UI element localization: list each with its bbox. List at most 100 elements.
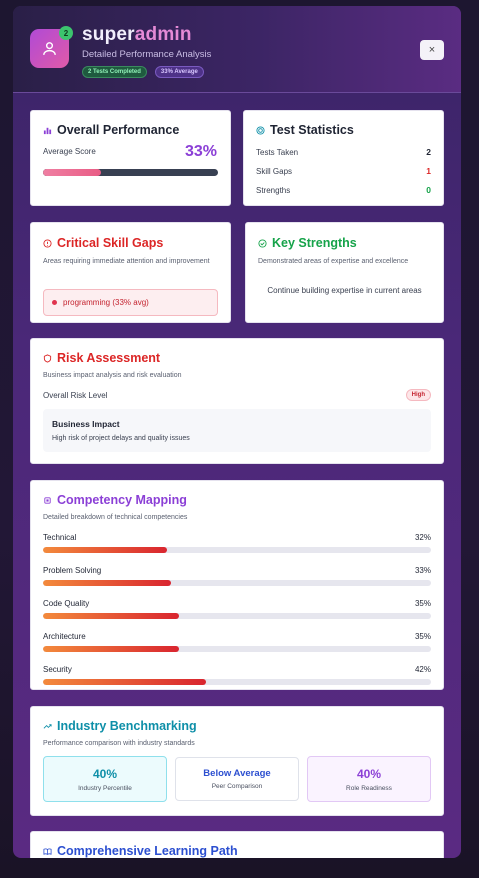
stat-label: Strengths — [256, 185, 291, 195]
peer-comparison-value: Below Average — [203, 768, 271, 779]
skill-gaps-heading: Critical Skill Gaps — [43, 236, 163, 250]
competency-mapping-subtitle: Detailed breakdown of technical competen… — [43, 514, 188, 521]
key-strengths-heading: Key Strengths — [258, 236, 357, 250]
competency-value: 33% — [414, 566, 431, 575]
book-open-icon — [43, 847, 52, 855]
stat-label: Skill Gaps — [256, 166, 293, 176]
risk-assessment-card: Risk Assessment Business impact analysis… — [30, 338, 444, 464]
business-impact-box: Business Impact High risk of project del… — [43, 409, 431, 452]
industry-percentile-value: 40% — [92, 766, 118, 781]
peer-comparison-label: Peer Comparison — [211, 783, 263, 790]
competency-value: 32% — [414, 533, 431, 542]
performance-modal: 2 superadmin Detailed Performance Analys… — [13, 6, 461, 858]
bar-chart-icon — [43, 127, 52, 134]
stat-label: Tests Taken — [256, 147, 299, 157]
key-strengths-subtitle: Demonstrated areas of expertise and exce… — [258, 258, 409, 265]
competency-label: Security — [43, 665, 72, 674]
page-subtitle: Detailed Performance Analysis — [82, 49, 212, 60]
competency-label: Code Quality — [43, 599, 90, 608]
average-score-value: 33% — [184, 143, 217, 160]
test-statistics-card: Test Statistics Tests Taken 2 Skill Gaps 1… — [243, 110, 444, 206]
risk-assessment-subtitle: Business impact analysis and risk evalua… — [43, 372, 182, 379]
industry-benchmarking-heading: Industry Benchmarking — [43, 719, 197, 733]
tests-completed-chip: 2 Tests Completed — [82, 66, 147, 78]
skill-gap-item: programming (33% avg) — [43, 289, 218, 316]
role-readiness-box: 40% Role Readiness — [307, 756, 431, 802]
competency-value: 35% — [414, 599, 431, 608]
learning-path-card: Comprehensive Learning Path — [30, 831, 444, 858]
competency-list: Technical 32% Problem Solving 33% Code Qua… — [43, 533, 431, 685]
risk-level-label: Overall Risk Level — [43, 391, 108, 400]
industry-benchmarking-title: Industry Benchmarking — [57, 719, 197, 733]
key-strengths-empty: Continue building expertise in current a… — [267, 286, 422, 295]
industry-percentile-label: Industry Percentile — [78, 784, 132, 792]
test-statistics-list: Tests Taken 2 Skill Gaps 1 Strengths 0 — [256, 147, 431, 195]
title-part-1: super — [82, 24, 135, 45]
role-readiness-label: Role Readiness — [346, 784, 392, 792]
competency-label: Problem Solving — [43, 566, 102, 575]
learning-path-heading: Comprehensive Learning Path — [43, 844, 238, 858]
stat-row-strengths: Strengths 0 — [256, 185, 431, 195]
competency-bar — [43, 580, 431, 586]
competency-bar — [43, 646, 431, 652]
competency-bar-fill — [43, 547, 168, 553]
competency-bar-fill — [43, 580, 172, 586]
competency-value: 42% — [414, 665, 431, 674]
cpu-icon — [44, 496, 51, 504]
header-chips: 2 Tests Completed 33% Average — [82, 66, 204, 78]
competency-item: Architecture 35% — [43, 632, 431, 652]
shield-icon — [43, 353, 52, 363]
average-score-bar-fill — [43, 169, 101, 176]
critical-skill-gaps-card: Critical Skill Gaps Areas requiring imme… — [30, 222, 231, 323]
risk-assessment-heading: Risk Assessment — [43, 351, 160, 365]
key-strengths-card: Key Strengths Demonstrated areas of expe… — [245, 222, 444, 323]
peer-comparison-box: Below Average Peer Comparison — [175, 757, 299, 801]
risk-assessment-title: Risk Assessment — [57, 351, 161, 365]
test-statistics-heading: Test Statistics — [256, 123, 354, 137]
close-button[interactable]: × — [420, 40, 444, 60]
skill-gaps-title: Critical Skill Gaps — [57, 236, 164, 250]
check-circle-icon — [258, 238, 267, 248]
industry-benchmarking-subtitle: Performance comparison with industry sta… — [43, 740, 195, 747]
trending-up-icon — [43, 723, 52, 729]
industry-percentile-box: 40% Industry Percentile — [43, 756, 167, 802]
skill-gap-item-text: programming (33% avg) — [63, 298, 149, 307]
stat-value: 0 — [426, 185, 431, 195]
business-impact-title: Business Impact — [52, 419, 120, 429]
modal-header: 2 superadmin Detailed Performance Analys… — [13, 6, 461, 93]
competency-item: Security 42% — [43, 665, 431, 685]
alert-circle-icon — [43, 238, 52, 248]
avatar-count-badge: 2 — [59, 26, 73, 40]
competency-mapping-card: Competency Mapping Detailed breakdown of… — [30, 480, 444, 690]
user-icon — [43, 42, 56, 55]
competency-bar-fill — [43, 646, 179, 652]
overall-performance-heading: Overall Performance — [43, 123, 179, 137]
key-strengths-title: Key Strengths — [272, 236, 357, 250]
competency-bar — [43, 679, 431, 685]
risk-level-badge: High — [405, 389, 431, 401]
title-part-2: admin — [134, 24, 192, 45]
competency-mapping-heading: Competency Mapping — [43, 493, 187, 507]
competency-mapping-title: Competency Mapping — [57, 493, 187, 507]
role-readiness-value: 40% — [356, 766, 382, 781]
competency-label: Architecture — [43, 632, 86, 641]
competency-bar-fill — [43, 679, 206, 685]
competency-item: Code Quality 35% — [43, 599, 431, 619]
target-icon — [256, 125, 265, 135]
competency-label: Technical — [43, 533, 77, 542]
average-chip: 33% Average — [154, 66, 204, 78]
business-impact-text: High risk of project delays and quality … — [52, 435, 190, 442]
page-title: superadmin — [82, 24, 192, 46]
stat-row-skill-gaps: Skill Gaps 1 — [256, 166, 431, 176]
competency-bar — [43, 613, 431, 619]
competency-value: 35% — [414, 632, 431, 641]
red-dot-icon — [52, 300, 57, 305]
test-statistics-title: Test Statistics — [270, 123, 354, 137]
overall-performance-card: Overall Performance Average Score 33% — [30, 110, 231, 206]
average-score-bar — [43, 169, 218, 176]
stat-row-tests-taken: Tests Taken 2 — [256, 147, 431, 157]
competency-item: Problem Solving 33% — [43, 566, 431, 586]
learning-path-title: Comprehensive Learning Path — [57, 844, 238, 858]
competency-item: Technical 32% — [43, 533, 431, 553]
competency-bar-fill — [43, 613, 179, 619]
